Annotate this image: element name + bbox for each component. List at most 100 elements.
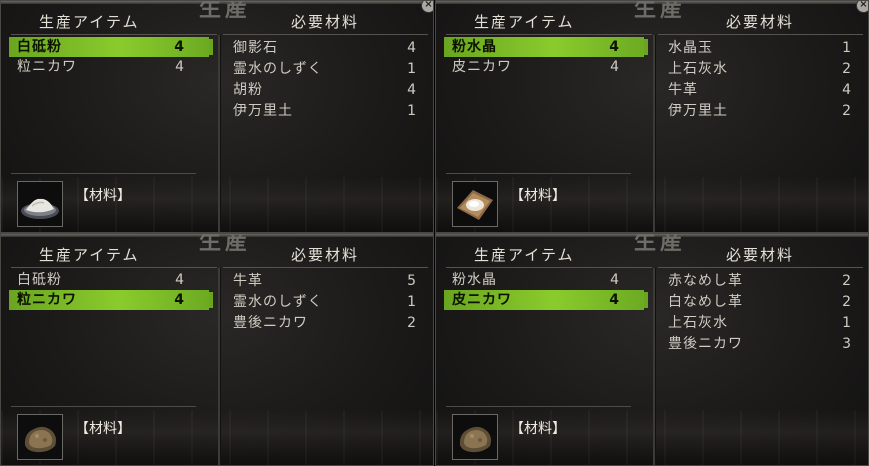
material-name: 豊後ニカワ (668, 336, 743, 352)
material-name: 伊万里土 (668, 103, 728, 119)
item-list: 白砥粉 4 粒ニカワ 4 (9, 37, 213, 77)
material-name: 上石灰水 (668, 61, 728, 77)
material-name: 白なめし革 (668, 294, 743, 310)
item-row[interactable]: 粉水晶 4 (444, 37, 648, 57)
material-name: 赤なめし革 (668, 273, 743, 289)
item-qty: 4 (174, 292, 185, 308)
close-button[interactable]: × (856, 1, 868, 13)
item-name: 粉水晶 (452, 39, 497, 55)
item-list: 粉水晶 4 皮ニカワ 4 (444, 270, 648, 310)
material-qty: 1 (407, 294, 417, 310)
material-label: 【材料】 (510, 188, 566, 204)
material-row: 牛革 5 (233, 271, 423, 292)
material-row: 上石灰水 2 (668, 59, 858, 80)
material-qty: 1 (407, 61, 417, 77)
item-row[interactable]: 粒ニカワ 4 (9, 290, 213, 310)
item-qty: 4 (610, 59, 620, 75)
column-divider (653, 268, 656, 465)
item-list: 粉水晶 4 皮ニカワ 4 (444, 37, 648, 77)
material-row: 伊万里土 1 (233, 101, 423, 122)
material-label: 【材料】 (75, 188, 131, 204)
item-thumbnail[interactable] (452, 414, 498, 460)
item-row[interactable]: 白砥粉 4 (9, 37, 213, 57)
material-name: 霊水のしずく (233, 61, 323, 77)
header-divider (223, 267, 428, 268)
item-name: 粒ニカワ (17, 292, 77, 308)
material-qty: 1 (407, 103, 417, 119)
glue-lump-icon (24, 426, 56, 453)
item-name: 皮ニカワ (452, 292, 512, 308)
watermark-text: 生産 (199, 0, 252, 22)
item-name: 粉水晶 (452, 272, 497, 288)
item-row[interactable]: 粒ニカワ 4 (9, 57, 209, 77)
header-divider (223, 34, 428, 35)
header-production-items: 生産アイテム (474, 13, 575, 31)
panel-decoration (1, 410, 433, 465)
item-thumbnail[interactable] (452, 181, 498, 227)
column-divider (653, 35, 656, 232)
material-name: 御影石 (233, 40, 278, 56)
header-divider (658, 34, 863, 35)
watermark-text: 生産 (199, 233, 252, 255)
thumb-divider (446, 173, 631, 174)
item-name: 白砥粉 (17, 39, 62, 55)
material-row: 白なめし革 2 (668, 292, 858, 313)
material-name: 胡粉 (233, 82, 263, 98)
material-qty: 5 (407, 273, 417, 289)
item-thumbnail[interactable] (17, 181, 63, 227)
item-row[interactable]: 白砥粉 4 (9, 270, 209, 290)
item-qty: 4 (175, 59, 185, 75)
item-thumbnail[interactable] (17, 414, 63, 460)
material-row: 霊水のしずく 1 (233, 59, 423, 80)
panel-decoration (436, 410, 868, 465)
material-row: 牛革 4 (668, 80, 858, 101)
header-divider (11, 267, 217, 268)
item-row[interactable]: 粉水晶 4 (444, 270, 644, 290)
production-panel-3: 生産 生産アイテム 必要材料 白砥粉 4 粒ニカワ 4 牛革 5 霊水のしずく 1 … (0, 233, 434, 466)
header-divider (446, 34, 652, 35)
watermark-text: 生産 (634, 0, 687, 22)
material-name: 豊後ニカワ (233, 315, 308, 331)
material-qty: 2 (842, 294, 852, 310)
header-production-items: 生産アイテム (39, 13, 140, 31)
item-row[interactable]: 皮ニカワ 4 (444, 57, 644, 77)
material-name: 上石灰水 (668, 315, 728, 331)
item-list: 白砥粉 4 粒ニカワ 4 (9, 270, 213, 310)
material-qty: 1 (842, 40, 852, 56)
glue-lump-icon (459, 426, 491, 453)
material-label: 【材料】 (75, 421, 131, 437)
thumb-divider (11, 406, 196, 407)
production-panel-2: 生産 生産アイテム 必要材料 粉水晶 4 皮ニカワ 4 水晶玉 1 上石灰水 2 牛… (435, 0, 869, 233)
material-list: 御影石 4 霊水のしずく 1 胡粉 4 伊万里土 1 (233, 38, 423, 122)
material-label: 【材料】 (510, 421, 566, 437)
close-button[interactable]: × (421, 1, 433, 13)
header-divider (658, 267, 863, 268)
material-list: 牛革 5 霊水のしずく 1 豊後ニカワ 2 (233, 271, 423, 334)
column-divider (218, 35, 221, 232)
item-row[interactable]: 皮ニカワ 4 (444, 290, 648, 310)
material-row: 赤なめし革 2 (668, 271, 858, 292)
material-name: 伊万里土 (233, 103, 293, 119)
item-qty: 4 (609, 292, 620, 308)
material-list: 水晶玉 1 上石灰水 2 牛革 4 伊万里土 2 (668, 38, 858, 122)
material-row: 伊万里土 2 (668, 101, 858, 122)
material-qty: 2 (842, 273, 852, 289)
item-qty: 4 (174, 39, 185, 55)
header-divider (446, 267, 652, 268)
material-name: 牛革 (668, 82, 698, 98)
material-qty: 4 (842, 82, 852, 98)
header-required-materials: 必要材料 (726, 13, 795, 31)
material-list: 赤なめし革 2 白なめし革 2 上石灰水 1 豊後ニカワ 3 (668, 271, 858, 355)
header-production-items: 生産アイテム (474, 246, 575, 264)
panel-decoration (1, 177, 433, 232)
watermark-text: 生産 (634, 233, 687, 255)
header-production-items: 生産アイテム (39, 246, 140, 264)
item-name: 皮ニカワ (452, 59, 512, 75)
material-name: 霊水のしずく (233, 294, 323, 310)
panel-decoration (436, 177, 868, 232)
material-qty: 4 (407, 40, 417, 56)
header-divider (11, 34, 217, 35)
material-name: 水晶玉 (668, 40, 713, 56)
production-panel-4: 生産 生産アイテム 必要材料 粉水晶 4 皮ニカワ 4 赤なめし革 2 白なめし革… (435, 233, 869, 466)
material-name: 牛革 (233, 273, 263, 289)
